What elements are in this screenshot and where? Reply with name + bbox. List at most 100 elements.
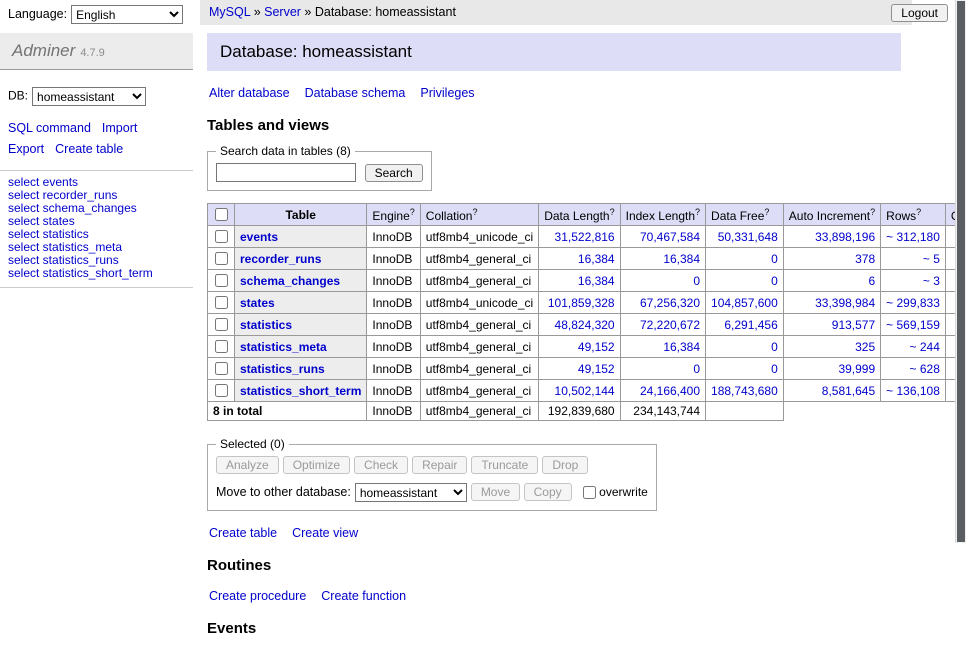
rows-count-link[interactable]: ~ 569,159: [886, 318, 940, 332]
data-length-link[interactable]: 49,152: [578, 362, 615, 376]
index-length-link[interactable]: 16,384: [663, 252, 700, 266]
data-free-link[interactable]: 0: [771, 252, 778, 266]
vertical-scrollbar[interactable]: [955, 0, 966, 543]
table-name-link[interactable]: statistics_short_term: [240, 384, 361, 398]
language-select[interactable]: English: [71, 5, 183, 24]
analyze-button[interactable]: Analyze: [216, 456, 279, 474]
app-name[interactable]: Adminer: [12, 41, 75, 60]
search-input[interactable]: [216, 163, 356, 182]
sidebar-action-link[interactable]: Export: [8, 142, 44, 156]
row-checkbox[interactable]: [215, 230, 228, 243]
index-length-link[interactable]: 72,220,672: [640, 318, 700, 332]
help-superscript[interactable]: ?: [610, 207, 615, 217]
create-link[interactable]: Create view: [292, 526, 358, 540]
help-superscript[interactable]: ?: [870, 207, 875, 217]
overwrite-checkbox[interactable]: [583, 486, 596, 499]
row-checkbox[interactable]: [215, 340, 228, 353]
table-name-link[interactable]: states: [240, 296, 275, 310]
sidebar-action-link[interactable]: Import: [102, 121, 137, 135]
data-free-link[interactable]: 0: [771, 340, 778, 354]
auto-increment-link[interactable]: 913,577: [832, 318, 875, 332]
truncate-button[interactable]: Truncate: [471, 456, 538, 474]
index-length-link[interactable]: 0: [693, 274, 700, 288]
copy-button[interactable]: Copy: [524, 483, 572, 501]
auto-increment-link[interactable]: 8,581,645: [822, 384, 875, 398]
data-length-link[interactable]: 48,824,320: [555, 318, 615, 332]
rows-count-link[interactable]: ~ 3: [923, 274, 940, 288]
row-checkbox[interactable]: [215, 362, 228, 375]
data-free-link[interactable]: 188,743,680: [711, 384, 778, 398]
auto-increment-link[interactable]: 33,898,196: [815, 230, 875, 244]
db-select[interactable]: homeassistant: [32, 87, 146, 106]
logout-button[interactable]: Logout: [891, 4, 948, 22]
rows-count-link[interactable]: ~ 5: [923, 252, 940, 266]
data-length-link[interactable]: 31,522,816: [555, 230, 615, 244]
drop-button[interactable]: Drop: [542, 456, 588, 474]
table-name-link[interactable]: schema_changes: [240, 274, 340, 288]
sidebar-action-link[interactable]: Create table: [55, 142, 123, 156]
db-action-link[interactable]: Privileges: [420, 86, 474, 100]
row-checkbox[interactable]: [215, 252, 228, 265]
rows-count-link[interactable]: ~ 312,180: [886, 230, 940, 244]
table-name-link[interactable]: recorder_runs: [240, 252, 321, 266]
routine-link[interactable]: Create function: [321, 589, 406, 603]
help-superscript[interactable]: ?: [916, 207, 921, 217]
row-checkbox[interactable]: [215, 384, 228, 397]
move-db-select[interactable]: homeassistant: [355, 483, 467, 502]
table-name-link[interactable]: statistics: [240, 318, 292, 332]
sidebar-table-link[interactable]: select statistics_short_term: [8, 267, 185, 280]
rows-count-link[interactable]: ~ 299,833: [886, 296, 940, 310]
sidebar-action-link[interactable]: SQL command: [8, 121, 91, 135]
db-action-link[interactable]: Alter database: [209, 86, 290, 100]
help-superscript[interactable]: ?: [410, 207, 415, 217]
data-free-link[interactable]: 0: [771, 274, 778, 288]
help-superscript[interactable]: ?: [764, 207, 769, 217]
routine-link[interactable]: Create procedure: [209, 589, 306, 603]
data-free-link[interactable]: 0: [771, 362, 778, 376]
row-checkbox[interactable]: [215, 318, 228, 331]
row-checkbox[interactable]: [215, 296, 228, 309]
row-checkbox[interactable]: [215, 274, 228, 287]
rows-count-link[interactable]: ~ 244: [910, 340, 940, 354]
create-link[interactable]: Create table: [209, 526, 277, 540]
data-free-cell: 0: [706, 248, 784, 270]
auto-increment-link[interactable]: 33,398,984: [815, 296, 875, 310]
data-length-link[interactable]: 101,859,328: [548, 296, 615, 310]
db-action-link[interactable]: Database schema: [305, 86, 406, 100]
help-superscript[interactable]: ?: [695, 207, 700, 217]
data-free-link[interactable]: 50,331,648: [718, 230, 778, 244]
index-length-link[interactable]: 16,384: [663, 340, 700, 354]
repair-button[interactable]: Repair: [412, 456, 467, 474]
breadcrumb-link[interactable]: MySQL: [209, 5, 250, 19]
index-length-link[interactable]: 67,256,320: [640, 296, 700, 310]
engine-cell: InnoDB: [367, 270, 420, 292]
rows-count-link[interactable]: ~ 628: [910, 362, 940, 376]
auto-increment-link[interactable]: 39,999: [838, 362, 875, 376]
breadcrumb-link[interactable]: Server: [264, 5, 301, 19]
search-button[interactable]: Search: [365, 164, 423, 182]
optimize-button[interactable]: Optimize: [283, 456, 350, 474]
auto-increment-link[interactable]: 325: [855, 340, 875, 354]
auto-increment-link[interactable]: 378: [855, 252, 875, 266]
help-superscript[interactable]: ?: [472, 207, 477, 217]
check-button[interactable]: Check: [354, 456, 408, 474]
move-button[interactable]: Move: [471, 483, 520, 501]
data-length-link[interactable]: 16,384: [578, 274, 615, 288]
table-name-link[interactable]: statistics_meta: [240, 340, 327, 354]
data-length-link[interactable]: 10,502,144: [555, 384, 615, 398]
data-free-link[interactable]: 6,291,456: [724, 318, 777, 332]
select-all-checkbox[interactable]: [215, 208, 228, 221]
index-length-link[interactable]: 24,166,400: [640, 384, 700, 398]
auto-increment-link[interactable]: 6: [868, 274, 875, 288]
data-length-cell: 49,152: [539, 336, 620, 358]
data-length-link[interactable]: 49,152: [578, 340, 615, 354]
scrollbar-thumb[interactable]: [957, 1, 965, 542]
data-length-link[interactable]: 16,384: [578, 252, 615, 266]
data-free-link[interactable]: 104,857,600: [711, 296, 778, 310]
table-name-link[interactable]: events: [240, 230, 278, 244]
rows-count-link[interactable]: ~ 136,108: [886, 384, 940, 398]
table-name-link[interactable]: statistics_runs: [240, 362, 325, 376]
index-length-link[interactable]: 70,467,584: [640, 230, 700, 244]
index-length-link[interactable]: 0: [693, 362, 700, 376]
tables-body: eventsInnoDButf8mb4_unicode_ci31,522,816…: [208, 226, 966, 421]
